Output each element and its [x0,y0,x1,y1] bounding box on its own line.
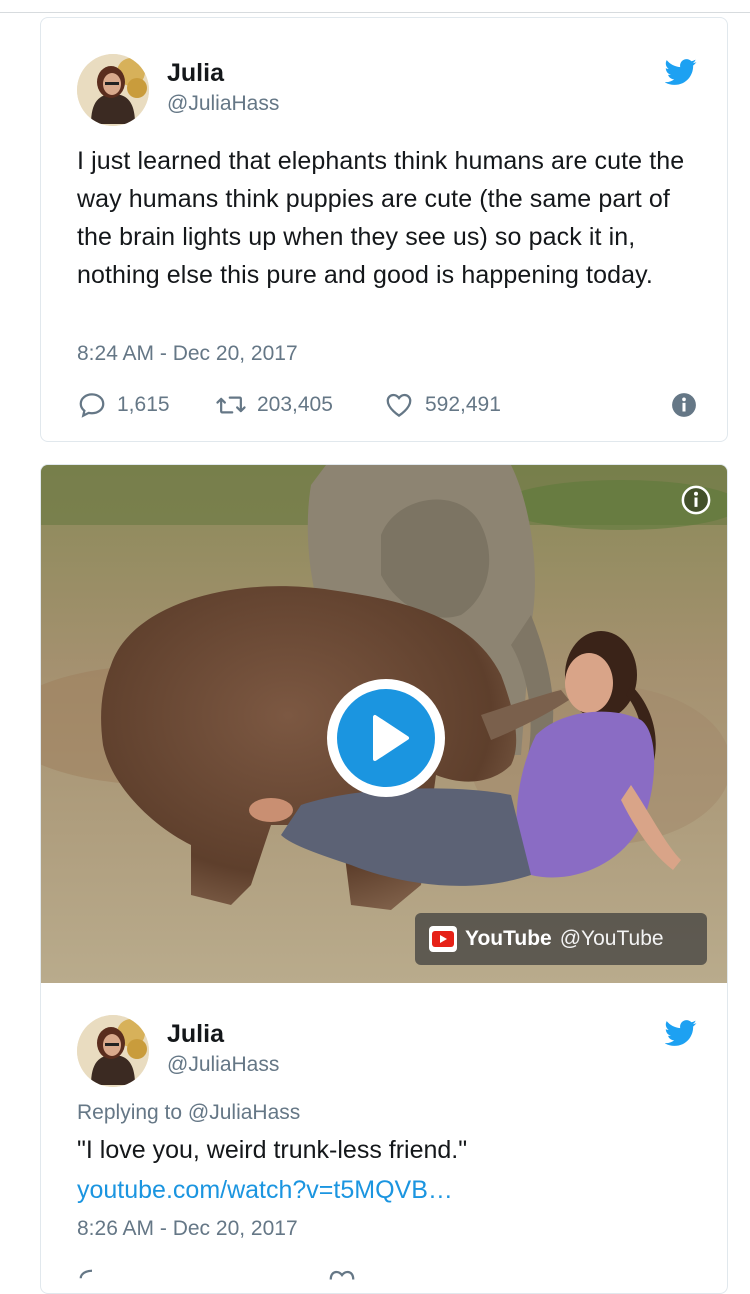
replying-prefix: Replying to [77,1101,188,1124]
youtube-attribution[interactable]: YouTube @YouTube [415,913,707,965]
youtube-logo-icon [429,926,457,952]
youtube-source-name: YouTube [465,927,552,950]
heart-icon [386,393,412,417]
twitter-bird-icon[interactable] [665,56,697,88]
youtube-source-handle: @YouTube [559,927,664,950]
replying-to: Replying to @JuliaHass [77,1099,300,1127]
tweet-actions: 1,615 203,405 592,491 [77,388,697,422]
retweet-button[interactable]: 203,405 [215,388,333,422]
play-button[interactable] [327,679,445,797]
top-divider [0,12,750,13]
reply-icon [79,393,105,418]
embedded-tweet-card: YouTube @YouTube Julia @JuliaHass Replyi… [40,464,728,1294]
retweet-count: 203,405 [257,393,333,416]
like-button[interactable]: 592,491 [383,388,501,422]
tweet-timestamp[interactable]: 8:24 AM - Dec 20, 2017 [77,340,298,368]
play-button-circle [337,689,435,787]
retweet-icon [216,396,246,414]
author-name[interactable]: Julia [167,58,224,88]
video-player[interactable]: YouTube @YouTube [41,465,727,983]
reply-tweet-link[interactable]: youtube.com/watch?v=t5MQVB… [77,1173,453,1207]
reply-author-handle[interactable]: @JuliaHass [167,1051,279,1079]
tweet-header: Julia @JuliaHass [77,54,697,128]
avatar[interactable] [77,54,149,126]
reply-tweet-actions [77,1261,697,1281]
media-info-icon[interactable] [681,485,711,515]
like-count: 592,491 [425,393,501,416]
reply-icon[interactable] [77,1267,107,1287]
reply-tweet-header: Julia @JuliaHass [77,1015,697,1089]
replying-to-handle[interactable]: @JuliaHass [188,1101,300,1124]
author-handle[interactable]: @JuliaHass [167,90,279,118]
twitter-bird-icon[interactable] [665,1017,697,1049]
tweet-text: I just learned that elephants think huma… [77,147,685,289]
play-icon [373,715,409,761]
reply-tweet-text: "I love you, weird trunk-less friend." [77,1136,468,1164]
reply-author-name[interactable]: Julia [167,1019,224,1049]
avatar[interactable] [77,1015,149,1087]
reply-tweet-timestamp[interactable]: 8:26 AM - Dec 20, 2017 [77,1215,298,1243]
info-icon[interactable] [671,392,697,418]
tweet-card: Julia @JuliaHass I just learned that ele… [40,17,728,442]
heart-icon[interactable] [327,1267,357,1287]
reply-button[interactable]: 1,615 [77,388,170,422]
reply-count: 1,615 [117,393,170,416]
